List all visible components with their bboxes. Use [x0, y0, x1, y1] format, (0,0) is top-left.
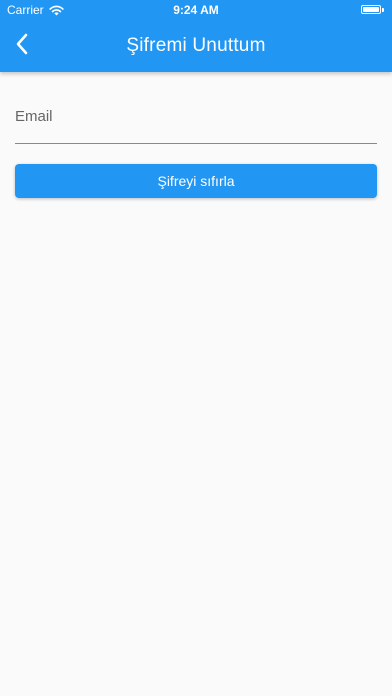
status-bar: Carrier 9:24 AM [0, 0, 392, 20]
navigation-bar: Şifremi Unuttum [0, 20, 392, 72]
battery-fill [363, 7, 379, 12]
forgot-password-form: Şifreyi sıfırla [15, 92, 377, 198]
app-bar: Carrier 9:24 AM Şifremi Unuttum [0, 0, 392, 72]
email-input[interactable] [15, 104, 377, 128]
page-title: Şifremi Unuttum [126, 35, 266, 56]
email-field[interactable] [15, 92, 377, 144]
reset-password-button[interactable]: Şifreyi sıfırla [15, 164, 377, 198]
battery-icon [361, 5, 384, 14]
status-time: 9:24 AM [173, 3, 219, 17]
